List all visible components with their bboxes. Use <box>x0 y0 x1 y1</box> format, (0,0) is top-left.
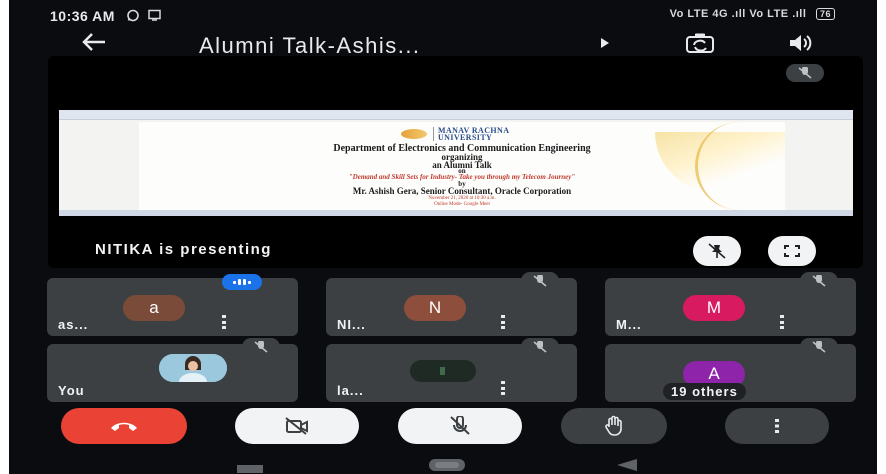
phone-screen: 10:36 AM Vo LTE 4G .ıll Vo LTE .ıll 76 A… <box>9 0 877 474</box>
back-arrow-icon[interactable] <box>81 31 107 59</box>
university-name: MANAV RACHNA UNIVERSITY <box>433 127 509 142</box>
slide-toolbar <box>59 110 853 120</box>
participant-name: NI... <box>337 317 366 332</box>
participant-name: as... <box>58 317 89 332</box>
whatsapp-icon <box>126 9 140 25</box>
university-logo-mark <box>401 129 427 139</box>
call-controls <box>9 408 877 448</box>
participant-avatar: a <box>123 295 185 321</box>
fullscreen-icon <box>784 245 800 257</box>
mic-off-icon <box>800 272 838 290</box>
speaking-indicator-icon <box>222 274 262 290</box>
battery-indicator: 76 <box>815 8 835 20</box>
status-time: 10:36 AM <box>50 8 115 24</box>
raise-hand-icon <box>605 415 622 436</box>
slide-status-bar <box>59 210 853 216</box>
fullscreen-button[interactable] <box>768 236 816 266</box>
network-indicator: Vo LTE 4G .ıll Vo LTE .ıll <box>669 8 807 20</box>
shared-slide: MANAV RACHNA UNIVERSITY Department of El… <box>59 110 853 216</box>
speaker-icon[interactable] <box>787 32 815 59</box>
pin-icon <box>708 243 726 259</box>
status-bar: 10:36 AM Vo LTE 4G .ıll Vo LTE .ıll 76 <box>9 0 877 30</box>
camera-off-icon <box>285 417 308 435</box>
pin-button[interactable] <box>693 236 741 266</box>
more-options-button[interactable] <box>725 408 829 444</box>
slide-speaker: Mr. Ashish Gera, Senior Consultant, Orac… <box>352 186 572 196</box>
end-call-button[interactable] <box>61 408 187 444</box>
participant-avatar: M <box>683 295 745 321</box>
presenting-label: NITIKA is presenting <box>95 241 272 258</box>
hang-up-icon <box>111 422 137 431</box>
switch-camera-icon[interactable] <box>685 32 715 59</box>
participant-menu-icon[interactable] <box>501 315 505 329</box>
slide-date: November 21, 2020 at 10:30 a.m. <box>428 196 496 201</box>
mic-off-icon <box>450 416 470 435</box>
raise-hand-button[interactable] <box>561 408 667 444</box>
status-network-battery: Vo LTE 4G .ıll Vo LTE .ıll 76 <box>670 8 835 20</box>
participant-menu-icon[interactable] <box>501 381 505 395</box>
presentation-stage: MANAV RACHNA UNIVERSITY Department of El… <box>48 56 863 268</box>
participant-tile[interactable]: N NI... <box>326 272 577 336</box>
participant-tile-self[interactable]: You <box>47 338 298 402</box>
mic-off-icon <box>786 64 824 82</box>
participant-menu-icon[interactable] <box>222 315 226 329</box>
participant-video-thumbnail <box>410 360 476 382</box>
others-tile[interactable]: A 19 others <box>605 338 856 402</box>
university-name-line2: UNIVERSITY <box>438 133 493 142</box>
mic-off-icon <box>242 338 280 356</box>
participant-name: la... <box>337 383 364 398</box>
mic-off-icon <box>521 338 559 356</box>
system-nav-bar <box>9 452 877 474</box>
university-logo: MANAV RACHNA UNIVERSITY <box>401 126 509 142</box>
recents-icon[interactable] <box>237 460 263 474</box>
back-icon[interactable] <box>617 458 637 474</box>
more-vertical-icon <box>775 419 779 433</box>
mic-off-icon <box>521 272 559 290</box>
slide-mode: Online Mode- Google Meet <box>434 202 490 207</box>
mic-off-icon <box>800 338 838 356</box>
participant-tile[interactable]: M M... <box>605 272 856 336</box>
camera-toggle-button[interactable] <box>235 408 359 444</box>
participant-tile[interactable]: a as... <box>47 274 298 336</box>
participant-name: You <box>58 383 85 398</box>
participant-avatar: N <box>404 295 466 321</box>
self-photo-avatar <box>159 354 227 382</box>
participant-name: M... <box>616 317 642 332</box>
expand-caret-icon[interactable] <box>601 37 609 51</box>
home-icon[interactable] <box>429 458 465 474</box>
participant-menu-icon[interactable] <box>780 315 784 329</box>
mic-toggle-button[interactable] <box>398 408 522 444</box>
participant-tile[interactable]: la... <box>326 338 577 402</box>
slide-content: MANAV RACHNA UNIVERSITY Department of El… <box>139 122 785 210</box>
screen-cast-icon <box>148 9 162 24</box>
others-count-label: 19 others <box>663 383 746 400</box>
